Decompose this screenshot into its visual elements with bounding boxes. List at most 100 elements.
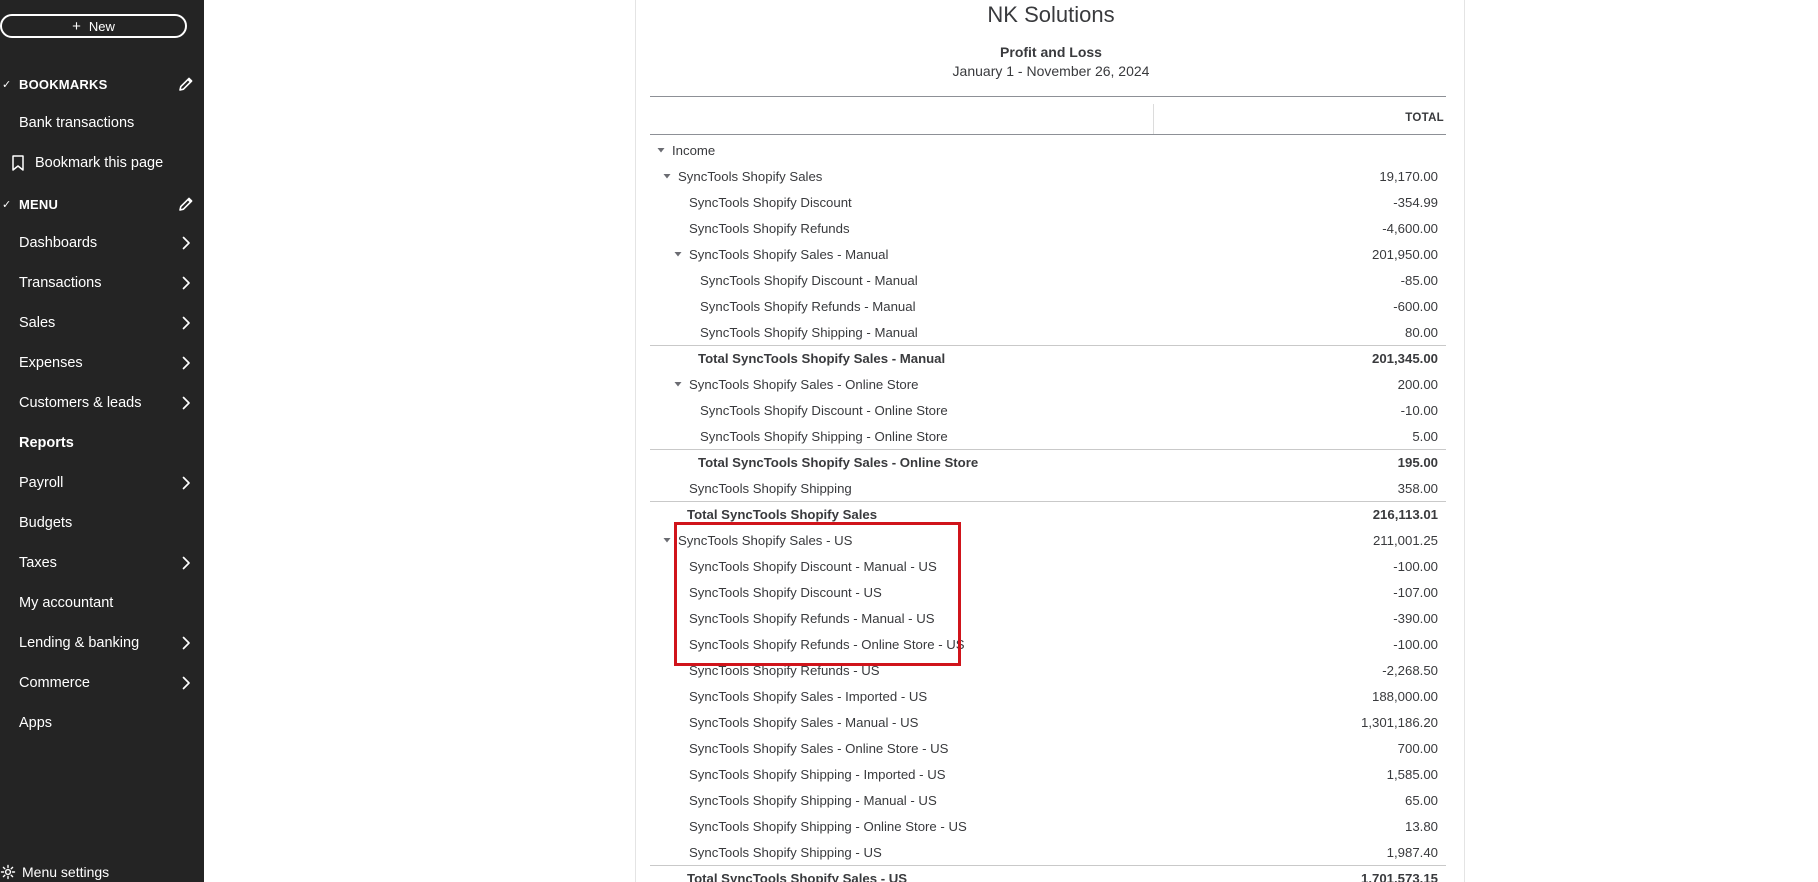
row-label: SyncTools Shopify Shipping - Manual - US [689, 792, 937, 808]
sidebar-item-label: Apps [19, 715, 53, 731]
table-row[interactable]: SyncTools Shopify Sales - Manual - US 1,3… [650, 709, 1446, 735]
total-row[interactable]: Total SyncTools Shopify Sales - US 1,701,… [650, 865, 1446, 882]
group-row[interactable]: SyncTools Shopify Sales - US 211,001.25 [650, 527, 1446, 553]
row-amount[interactable]: -107.00 [1393, 585, 1438, 600]
pencil-icon[interactable] [177, 75, 195, 93]
check-icon: ✓ [2, 198, 12, 211]
bookmark-bank-transactions[interactable]: Bank transactions [0, 108, 204, 138]
row-amount[interactable]: -354.99 [1393, 195, 1438, 210]
menu-header[interactable]: ✓ MENU [0, 194, 204, 214]
sidebar-item-customers-leads[interactable]: Customers & leads [0, 388, 204, 418]
bookmark-this-page[interactable]: Bookmark this page [0, 148, 204, 178]
table-row[interactable]: SyncTools Shopify Shipping - Online Stor… [650, 423, 1446, 449]
table-row[interactable]: SyncTools Shopify Shipping - Manual 80.00 [650, 319, 1446, 345]
table-row[interactable]: SyncTools Shopify Sales - Imported - US 1… [650, 683, 1446, 709]
row-amount[interactable]: 358.00 [1398, 481, 1438, 496]
row-amount[interactable]: -390.00 [1393, 611, 1438, 626]
row-amount[interactable]: -600.00 [1393, 299, 1438, 314]
group-row[interactable]: SyncTools Shopify Sales - Online Store 20… [650, 371, 1446, 397]
sidebar-item-apps[interactable]: Apps [0, 708, 204, 738]
row-amount[interactable]: -85.00 [1401, 273, 1438, 288]
sidebar-item-my-accountant[interactable]: My accountant [0, 588, 204, 618]
total-row[interactable]: Total SyncTools Shopify Sales - Manual 20… [650, 345, 1446, 371]
row-label: SyncTools Shopify Sales - Imported - US [689, 688, 928, 704]
row-amount[interactable]: 1,701,573.15 [1361, 871, 1438, 882]
row-amount[interactable]: -2,268.50 [1382, 663, 1438, 678]
total-row[interactable]: Total SyncTools Shopify Sales - Online S… [650, 449, 1446, 475]
menu-settings[interactable]: Menu settings [0, 862, 109, 882]
table-row[interactable]: SyncTools Shopify Refunds - US -2,268.50 [650, 657, 1446, 683]
row-amount[interactable]: -100.00 [1393, 559, 1438, 574]
row-amount[interactable]: -10.00 [1401, 403, 1438, 418]
row-amount[interactable]: 80.00 [1405, 325, 1438, 340]
company-name: NK Solutions [987, 2, 1115, 27]
column-separator[interactable] [1153, 104, 1154, 134]
sidebar-item-lending-banking[interactable]: Lending & banking [0, 628, 204, 658]
sidebar-item-reports[interactable]: Reports [0, 428, 204, 458]
total-row[interactable]: Total SyncTools Shopify Sales 216,113.01 [650, 501, 1446, 527]
header-divider [650, 134, 1446, 135]
sidebar-item-sales[interactable]: Sales [0, 308, 204, 338]
table-row[interactable]: SyncTools Shopify Refunds - Online Store… [650, 631, 1446, 657]
row-amount[interactable]: 1,987.40 [1387, 845, 1438, 860]
group-row[interactable]: SyncTools Shopify Sales - Manual 201,950.… [650, 241, 1446, 267]
column-header-total[interactable]: TOTAL [1405, 112, 1444, 124]
table-row[interactable]: SyncTools Shopify Discount -354.99 [650, 189, 1446, 215]
row-amount[interactable]: 201,345.00 [1372, 351, 1438, 366]
row-amount[interactable]: 13.80 [1405, 819, 1438, 834]
table-row[interactable]: SyncTools Shopify Refunds - Manual -600.0… [650, 293, 1446, 319]
sidebar-item-taxes[interactable]: Taxes [0, 548, 204, 578]
table-row[interactable]: SyncTools Shopify Shipping - US 1,987.40 [650, 839, 1446, 865]
sidebar-item-payroll[interactable]: Payroll [0, 468, 204, 498]
table-row[interactable]: SyncTools Shopify Discount - US -107.00 [650, 579, 1446, 605]
table-row[interactable]: SyncTools Shopify Shipping - Online Stor… [650, 813, 1446, 839]
table-row[interactable]: SyncTools Shopify Shipping - Imported - … [650, 761, 1446, 787]
row-amount[interactable]: -100.00 [1393, 637, 1438, 652]
table-row[interactable]: SyncTools Shopify Refunds -4,600.00 [650, 215, 1446, 241]
row-label: SyncTools Shopify Shipping - Imported - … [689, 766, 946, 782]
sidebar-item-expenses[interactable]: Expenses [0, 348, 204, 378]
sidebar-item-label: Sales [19, 315, 56, 331]
row-amount[interactable]: 5.00 [1412, 429, 1438, 444]
group-row[interactable]: SyncTools Shopify Sales 19,170.00 [650, 163, 1446, 189]
table-row[interactable]: SyncTools Shopify Shipping - Manual - US… [650, 787, 1446, 813]
caret-down-icon[interactable] [662, 535, 672, 545]
row-amount[interactable]: -4,600.00 [1382, 221, 1438, 236]
table-row[interactable]: SyncTools Shopify Refunds - Manual - US -… [650, 605, 1446, 631]
table-row[interactable]: SyncTools Shopify Discount - Online Stor… [650, 397, 1446, 423]
table-row[interactable]: SyncTools Shopify Discount - Manual - US… [650, 553, 1446, 579]
row-amount[interactable]: 1,301,186.20 [1361, 715, 1438, 730]
sidebar-item-label: Dashboards [19, 235, 98, 251]
caret-down-icon[interactable] [656, 145, 666, 155]
row-label: SyncTools Shopify Sales - Manual [689, 246, 889, 262]
row-amount[interactable]: 65.00 [1405, 793, 1438, 808]
table-row[interactable]: SyncTools Shopify Shipping 358.00 [650, 475, 1446, 501]
sidebar-item-commerce[interactable]: Commerce [0, 668, 204, 698]
row-amount[interactable]: 216,113.01 [1373, 507, 1438, 522]
sidebar-item-budgets[interactable]: Budgets [0, 508, 204, 538]
bookmarks-header[interactable]: ✓ BOOKMARKS [0, 74, 204, 94]
row-label: SyncTools Shopify Discount [689, 194, 852, 210]
row-amount[interactable]: 188,000.00 [1372, 689, 1438, 704]
row-amount[interactable]: 19,170.00 [1379, 169, 1438, 184]
caret-down-icon[interactable] [673, 249, 683, 259]
table-row[interactable]: SyncTools Shopify Discount - Manual -85.0… [650, 267, 1446, 293]
table-row[interactable]: SyncTools Shopify Sales - Online Store -… [650, 735, 1446, 761]
caret-down-icon[interactable] [662, 171, 672, 181]
row-amount[interactable]: 200.00 [1398, 377, 1438, 392]
sidebar-item-transactions[interactable]: Transactions [0, 268, 204, 298]
row-amount[interactable]: 211,001.25 [1373, 533, 1438, 548]
sidebar-item-label: Commerce [19, 675, 90, 691]
row-amount[interactable]: 195.00 [1398, 455, 1438, 470]
row-amount[interactable]: 1,585.00 [1387, 767, 1438, 782]
new-button-label: New [88, 18, 115, 34]
group-row[interactable]: Income [650, 137, 1446, 163]
sidebar-item-dashboards[interactable]: Dashboards [0, 228, 204, 258]
row-amount[interactable]: 201,950.00 [1372, 247, 1438, 262]
row-amount[interactable]: 700.00 [1398, 741, 1438, 756]
caret-down-icon[interactable] [673, 379, 683, 389]
sidebar-item-label: My accountant [19, 595, 114, 611]
new-button[interactable]: + New [0, 14, 187, 38]
pencil-icon[interactable] [177, 195, 195, 213]
chevron-right-icon [182, 676, 190, 690]
